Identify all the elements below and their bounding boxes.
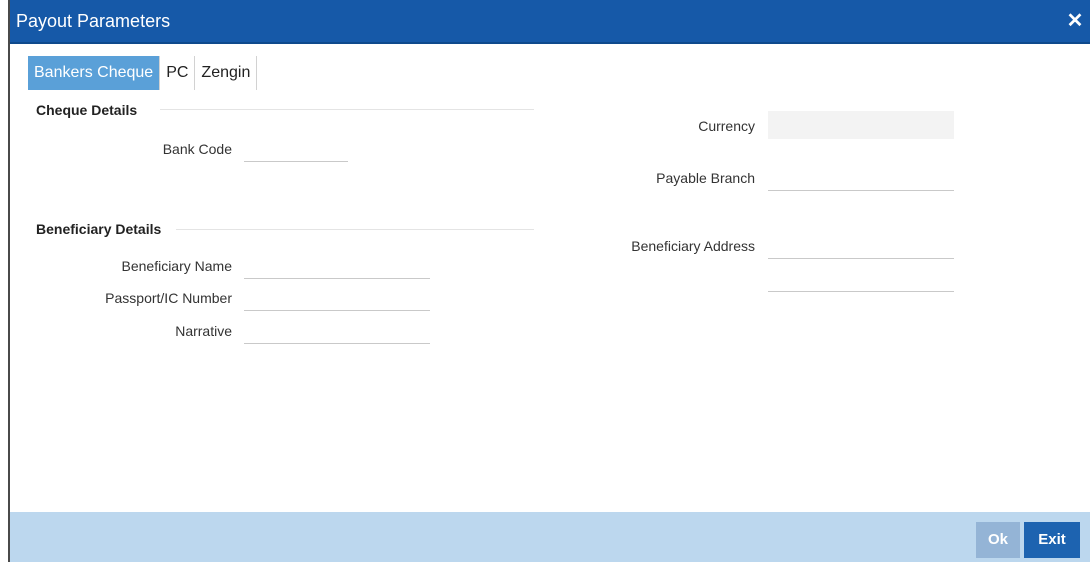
beneficiary-address-line1[interactable] <box>768 231 954 259</box>
tab-strip: Bankers Cheque PC Zengin <box>28 56 258 90</box>
passport-number-field[interactable] <box>244 283 430 311</box>
tab-zengin[interactable]: Zengin <box>195 56 258 90</box>
beneficiary-details-divider <box>176 229 534 230</box>
beneficiary-address-line2[interactable] <box>768 264 954 292</box>
exit-button[interactable]: Exit <box>1024 522 1080 558</box>
bank-code-label: Bank Code <box>162 141 232 157</box>
currency-label: Currency <box>698 118 755 134</box>
narrative-field[interactable] <box>244 316 430 344</box>
title-bar: Payout Parameters ✕ <box>10 0 1090 44</box>
beneficiary-details-heading: Beneficiary Details <box>36 221 162 237</box>
cheque-details-heading: Cheque Details <box>36 102 138 118</box>
close-icon[interactable]: ✕ <box>1062 8 1088 34</box>
beneficiary-name-label: Beneficiary Name <box>121 258 233 274</box>
window-title: Payout Parameters <box>16 11 171 31</box>
passport-number-label: Passport/IC Number <box>105 290 232 306</box>
footer-bar: Ok Exit <box>10 512 1090 562</box>
ok-button[interactable]: Ok <box>976 522 1020 558</box>
payable-branch-field[interactable] <box>768 163 954 191</box>
tab-bankers-cheque[interactable]: Bankers Cheque <box>28 56 161 90</box>
beneficiary-address-label: Beneficiary Address <box>631 238 755 254</box>
dialog-window: Payout Parameters ✕ Bankers Cheque PC Ze… <box>8 0 1090 562</box>
bank-code-field[interactable] <box>244 134 348 162</box>
cheque-details-divider <box>160 109 534 110</box>
beneficiary-name-field[interactable] <box>244 251 430 279</box>
currency-field[interactable] <box>768 111 954 139</box>
narrative-label: Narrative <box>175 323 232 339</box>
payable-branch-label: Payable Branch <box>656 170 755 186</box>
tab-pc[interactable]: PC <box>160 56 196 90</box>
